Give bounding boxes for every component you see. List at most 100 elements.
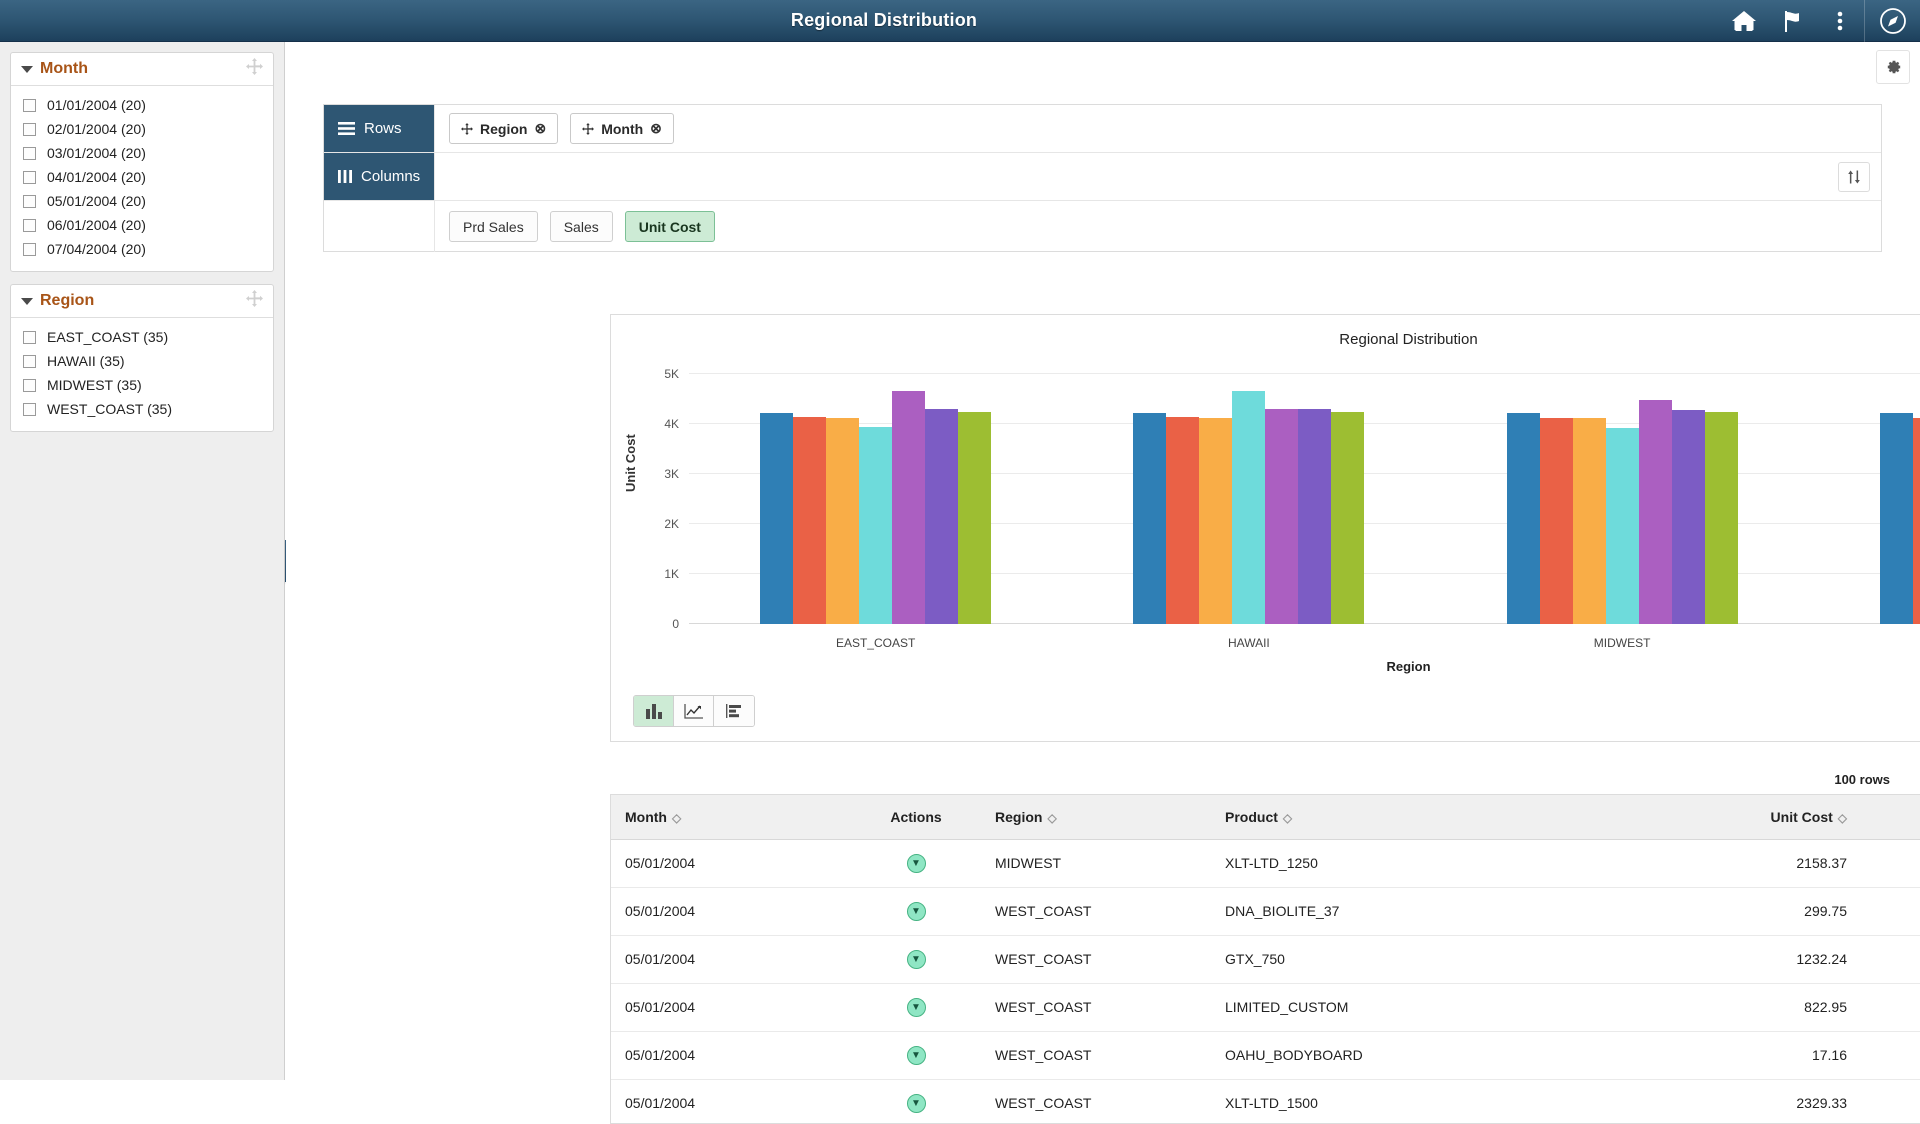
facet-item[interactable]: 01/01/2004 (20) [11, 93, 273, 117]
facet-region-header[interactable]: Region [11, 285, 273, 318]
row-action-icon[interactable]: ▼ [906, 998, 926, 1018]
flag-icon[interactable] [1768, 0, 1816, 42]
sort-icon[interactable]: ◇ [1838, 811, 1847, 825]
chart-bar[interactable] [793, 417, 827, 624]
sort-icon[interactable]: ◇ [1047, 811, 1056, 825]
chart-bar[interactable] [1199, 418, 1233, 624]
app-header: Regional Distribution [0, 0, 1920, 42]
facet-checkbox[interactable] [23, 218, 36, 232]
sort-icon[interactable]: ◇ [1283, 811, 1292, 825]
chart-bar[interactable] [1539, 417, 1573, 624]
chart-bar[interactable] [1232, 391, 1266, 624]
collapse-caret-icon[interactable] [21, 65, 33, 73]
row-action-icon[interactable]: ▼ [906, 950, 926, 970]
row-action-icon[interactable]: ▼ [906, 1094, 926, 1114]
chart-title: Regional Distribution [1339, 331, 1478, 348]
chart-bar[interactable] [1331, 411, 1365, 624]
pivot-columns-button[interactable]: Columns [324, 153, 434, 200]
pivot-rows-button[interactable]: Rows [324, 105, 434, 152]
column-header-product[interactable]: Product ◇ [1211, 795, 1641, 840]
navbar-compass-icon[interactable] [1864, 0, 1920, 42]
facet-checkbox[interactable] [23, 402, 36, 416]
chart-bar[interactable] [1704, 411, 1738, 624]
table-body: 05/01/2004 ▼ MIDWESTXLT-LTD_12502158.37300… [611, 839, 1920, 1123]
facet-checkbox[interactable] [23, 122, 36, 136]
chart-bar[interactable] [760, 413, 794, 624]
facet-item-label: 01/01/2004 (20) [47, 97, 146, 113]
gear-icon[interactable] [1876, 50, 1910, 84]
row-action-icon[interactable]: ▼ [906, 902, 926, 922]
facet-item[interactable]: 03/01/2004 (20) [11, 141, 273, 165]
kebab-menu-icon[interactable] [1816, 0, 1864, 42]
measure-prd-sales[interactable]: Prd Sales [449, 211, 538, 242]
facet-checkbox[interactable] [23, 146, 36, 160]
chart-bar[interactable] [958, 411, 992, 624]
column-header-region[interactable]: Region ◇ [981, 795, 1211, 840]
chart-bar[interactable] [1638, 400, 1672, 624]
collapse-caret-icon[interactable] [21, 297, 33, 305]
facet-item-label: 02/01/2004 (20) [47, 121, 146, 137]
table-row[interactable]: 05/01/2004 ▼ WEST_COAST DNA_BIOLITE_37 299.7… [611, 887, 1920, 936]
home-icon[interactable] [1720, 0, 1768, 42]
facet-month-header[interactable]: Month [11, 53, 273, 86]
column-header-month[interactable]: Month ◇ [611, 795, 851, 840]
drag-move-icon [582, 122, 595, 135]
facet-item[interactable]: 02/01/2004 (20) [11, 117, 273, 141]
facet-item[interactable]: WEST_COAST (35) [11, 397, 273, 421]
facet-item[interactable]: 07/04/2004 (20) [11, 237, 273, 261]
move-handle-icon[interactable] [246, 58, 263, 80]
facet-item[interactable]: HAWAII (35) [11, 349, 273, 373]
chart-bar[interactable] [1166, 417, 1200, 624]
facet-item[interactable]: 05/01/2004 (20) [11, 189, 273, 213]
chart-bar[interactable] [892, 391, 926, 624]
cell-unit-cost: 822.95 [1641, 983, 1861, 1032]
row-action-icon[interactable]: ▼ [906, 1046, 926, 1066]
move-handle-icon[interactable] [246, 290, 263, 312]
facet-item[interactable]: 04/01/2004 (20) [11, 165, 273, 189]
chart-bar[interactable] [1572, 418, 1606, 624]
facet-checkbox[interactable] [23, 354, 36, 368]
chart-bar[interactable] [925, 409, 959, 624]
row-action-icon[interactable]: ▼ [906, 854, 926, 874]
facet-item[interactable]: EAST_COAST (35) [11, 325, 273, 349]
chart-bar[interactable] [1605, 427, 1639, 624]
chart-bar[interactable] [859, 427, 893, 624]
sort-icon[interactable]: ◇ [672, 811, 681, 825]
chart-bar[interactable] [1879, 413, 1913, 624]
swap-axes-icon[interactable] [1838, 162, 1870, 192]
chart-bar[interactable] [1265, 409, 1299, 624]
measure-sales[interactable]: Sales [549, 211, 613, 242]
facet-checkbox[interactable] [23, 194, 36, 208]
chart-bar[interactable] [1133, 412, 1167, 624]
facet-checkbox[interactable] [23, 98, 36, 112]
cell-actions: ▼ [851, 1079, 981, 1123]
bar-chart-icon[interactable] [634, 696, 674, 726]
cell-unit-cost: 299.75 [1641, 887, 1861, 936]
remove-chip-icon[interactable]: ⊗ [534, 120, 546, 137]
facet-checkbox[interactable] [23, 242, 36, 256]
chart-bar[interactable] [1298, 409, 1332, 624]
table-row[interactable]: 05/01/2004 ▼ WEST_COAST OAHU_BODYBOARD 17.16… [611, 1031, 1920, 1080]
facet-checkbox[interactable] [23, 330, 36, 344]
measure-unit-cost[interactable]: Unit Cost [624, 211, 715, 242]
chart-bar-group [1809, 374, 1920, 624]
table-row[interactable]: 05/01/2004 ▼ WEST_COAST LIMITED_CUSTOM 822.9… [611, 983, 1920, 1032]
line-chart-icon[interactable] [674, 696, 714, 726]
chart-bar[interactable] [826, 417, 860, 624]
facet-item[interactable]: 06/01/2004 (20) [11, 213, 273, 237]
facet-item[interactable]: MIDWEST (35) [11, 373, 273, 397]
table-row[interactable]: 05/01/2004 ▼ WEST_COAST XLT-LTD_1500 2329.33… [611, 1079, 1920, 1123]
facet-checkbox[interactable] [23, 378, 36, 392]
chart-bar[interactable] [1912, 417, 1920, 624]
column-header-sales[interactable]: Sales◇ [1861, 795, 1920, 840]
pivot-chip-region[interactable]: Region ⊗ [449, 113, 559, 144]
pivot-chip-month[interactable]: Month ⊗ [570, 113, 674, 144]
table-row[interactable]: 05/01/2004 ▼ WEST_COASTGTX_7501232.2430.00… [611, 935, 1920, 984]
column-header-unit-cost[interactable]: Unit Cost ◇ [1641, 795, 1861, 840]
chart-bar[interactable] [1671, 409, 1705, 624]
facet-checkbox[interactable] [23, 170, 36, 184]
horizontal-bar-chart-icon[interactable] [714, 696, 754, 726]
remove-chip-icon[interactable]: ⊗ [650, 120, 662, 137]
chart-bar[interactable] [1506, 412, 1540, 624]
table-row[interactable]: 05/01/2004 ▼ MIDWESTXLT-LTD_12502158.37300… [611, 839, 1920, 888]
